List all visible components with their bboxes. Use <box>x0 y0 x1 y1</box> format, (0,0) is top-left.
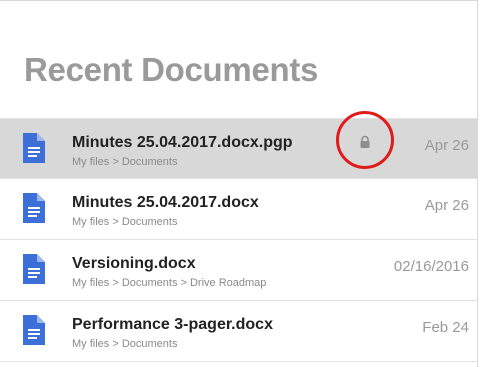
recent-documents-panel: Recent Documents Minutes 25.04.2017.docx… <box>0 0 478 367</box>
page-title: Recent Documents <box>24 51 319 88</box>
document-path: My files > Documents > Drive Roadmap <box>72 277 267 289</box>
document-path: My files > Documents <box>72 156 178 168</box>
document-icon <box>23 254 45 284</box>
document-path: My files > Documents <box>72 338 178 350</box>
document-row-minutes-pgp[interactable]: Minutes 25.04.2017.docx.pgp My files > D… <box>0 118 477 179</box>
document-row-performance[interactable]: Performance 3-pager.docx My files > Docu… <box>0 301 477 362</box>
document-icon <box>23 315 45 345</box>
document-date: Feb 24 <box>422 319 469 336</box>
document-icon <box>23 193 45 223</box>
document-name: Minutes 25.04.2017.docx <box>72 194 259 211</box>
document-path: My files > Documents <box>72 216 178 228</box>
document-list: Minutes 25.04.2017.docx.pgp My files > D… <box>0 118 477 362</box>
document-date: Apr 26 <box>424 197 469 214</box>
lock-icon <box>360 135 370 148</box>
document-icon <box>23 133 45 163</box>
document-name: Versioning.docx <box>72 255 196 272</box>
document-date: Apr 26 <box>424 137 469 154</box>
document-name: Minutes 25.04.2017.docx.pgp <box>72 134 293 151</box>
document-date: 02/16/2016 <box>393 258 469 275</box>
document-row-minutes[interactable]: Minutes 25.04.2017.docx My files > Docum… <box>0 179 477 240</box>
document-name: Performance 3-pager.docx <box>72 316 273 333</box>
document-row-versioning[interactable]: Versioning.docx My files > Documents > D… <box>0 240 477 301</box>
